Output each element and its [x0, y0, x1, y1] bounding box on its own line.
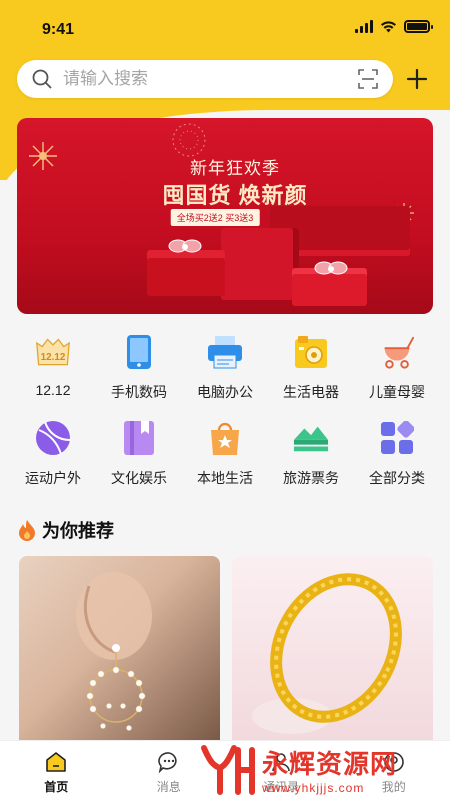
svg-text:12.12: 12.12: [41, 352, 66, 363]
category-baby[interactable]: 儿童母婴: [354, 330, 440, 416]
message-icon: [157, 752, 177, 774]
category-phone[interactable]: 手机数码: [96, 330, 182, 416]
stroller-icon: [379, 334, 415, 370]
wifi-icon: [381, 21, 396, 33]
category-label: 儿童母婴: [369, 384, 425, 400]
category-local[interactable]: 本地生活: [182, 416, 268, 502]
category-label: 电脑办公: [197, 384, 253, 400]
phone-icon: [121, 334, 157, 370]
status-bar: 9:41: [0, 0, 450, 56]
watermark-url: www.yhkjjjs.com: [262, 780, 365, 795]
gold-bangle-product-image: [252, 573, 402, 734]
home-icon: [46, 752, 67, 772]
product-card[interactable]: [19, 556, 220, 740]
appliance-icon: [293, 334, 329, 370]
category-culture[interactable]: 文化娱乐: [96, 416, 182, 502]
category-sports[interactable]: 运动户外: [10, 416, 96, 502]
add-button[interactable]: [402, 64, 432, 94]
tab-label: 首页: [44, 780, 69, 794]
grid-icon: [379, 420, 415, 456]
tab-home[interactable]: 首页: [0, 741, 113, 800]
tab-label: 消息: [156, 780, 181, 794]
shopping-bag-icon: [207, 420, 243, 456]
calendar-1212-icon: 12.12: [35, 334, 71, 370]
promo-banner[interactable]: 新年狂欢季 囤国货 焕新颜 全场买2送2 买3送3: [17, 118, 433, 314]
ribbon-bow-icon: [314, 261, 348, 275]
category-label: 12.12: [35, 382, 71, 398]
ticket-icon: [293, 420, 329, 456]
watermark-logo: [201, 745, 255, 795]
category-travel[interactable]: 旅游票务: [268, 416, 354, 502]
category-grid: 12.12 12.12 手机数码 电脑办公 生活电器 儿童母婴 运动户外 文化娱…: [0, 330, 450, 502]
category-label: 文化娱乐: [111, 470, 167, 486]
category-appliance[interactable]: 生活电器: [268, 330, 354, 416]
category-1212[interactable]: 12.12 12.12: [10, 330, 96, 416]
category-all[interactable]: 全部分类: [354, 416, 440, 502]
watermark-name: 永辉资源网: [262, 748, 398, 779]
category-label: 旅游票务: [283, 470, 339, 486]
category-computer[interactable]: 电脑办公: [182, 330, 268, 416]
category-row: 12.12 12.12 手机数码 电脑办公 生活电器 儿童母婴: [0, 330, 450, 416]
banner-title: 新年狂欢季: [190, 159, 280, 178]
status-time: 9:41: [42, 21, 75, 38]
category-label: 全部分类: [369, 470, 425, 486]
ball-icon: [35, 420, 71, 456]
ribbon-bow-icon: [168, 239, 202, 253]
banner-promo-label: 全场买2送2 买3送3: [170, 209, 260, 226]
category-label: 生活电器: [283, 384, 339, 400]
category-label: 本地生活: [197, 470, 253, 486]
status-icons: [355, 20, 433, 33]
recommend-title: 为你推荐: [42, 521, 114, 541]
search-box[interactable]: [17, 60, 393, 98]
category-row: 运动户外 文化娱乐 本地生活 旅游票务 全部分类: [0, 416, 450, 502]
category-label: 手机数码: [111, 384, 167, 400]
flame-icon: [19, 520, 35, 541]
category-label: 运动户外: [25, 470, 81, 486]
gift-box: [221, 228, 299, 300]
signal-icon: [355, 20, 373, 33]
search-input[interactable]: [63, 69, 357, 89]
watermark: 永辉资源网 www.yhkjjjs.com: [200, 738, 450, 800]
battery-icon: [404, 20, 433, 33]
recommend-header: 为你推荐: [18, 517, 114, 543]
printer-icon: [207, 334, 243, 370]
product-card[interactable]: [232, 556, 433, 740]
search-row: [17, 59, 433, 99]
earring-product-image: [76, 572, 152, 731]
search-icon: [32, 69, 52, 89]
scan-icon[interactable]: [357, 68, 379, 90]
watermark-text: 永辉资源网 www.yhkjjjs.com: [262, 744, 397, 795]
plus-icon: [406, 68, 428, 90]
book-icon: [121, 420, 157, 456]
